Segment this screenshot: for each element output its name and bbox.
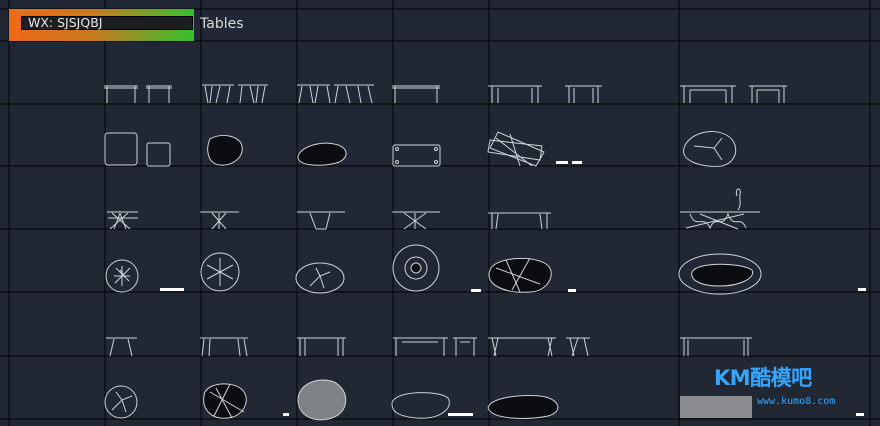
table-plan-15[interactable] — [297, 379, 347, 421]
table-plan-18[interactable] — [680, 396, 752, 418]
badge-text: WX: SJSJQBJ — [28, 15, 103, 30]
badge-label-box: WX: SJSJQBJ — [21, 15, 193, 30]
scale-mark — [858, 288, 866, 291]
watermark-url: www.kumo8.com — [757, 396, 836, 407]
scale-mark — [572, 161, 582, 164]
scale-mark — [568, 289, 576, 292]
scale-mark — [283, 413, 289, 416]
table-plan-11[interactable] — [488, 257, 552, 293]
scale-mark — [448, 413, 473, 416]
scale-mark — [856, 413, 864, 416]
scale-mark — [471, 289, 481, 292]
watermark-logo: KM酷模吧 — [714, 366, 812, 390]
watermark-badge: WX: SJSJQBJ — [9, 9, 194, 41]
table-plan-14[interactable] — [203, 383, 247, 419]
cad-drawing-canvas[interactable] — [0, 0, 880, 426]
sheet-title: Tables — [200, 16, 244, 32]
scale-mark — [556, 161, 568, 164]
scale-mark — [160, 288, 184, 291]
